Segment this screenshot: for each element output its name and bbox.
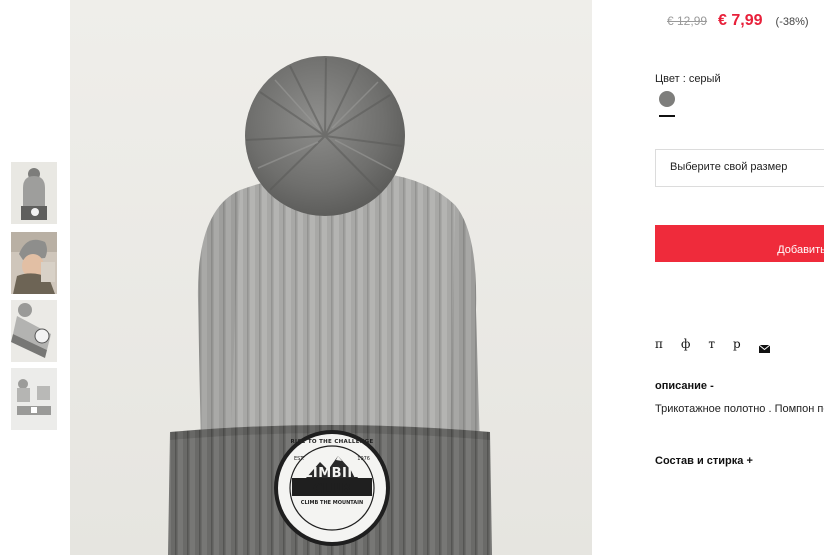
add-to-cart-button[interactable]: Добавить в	[655, 225, 824, 262]
share-links: п ф т р	[655, 337, 771, 353]
patch-text: RISE TO THE CHALLENGE EST. 1976 CLIMBING…	[280, 439, 384, 506]
patch-club: CLUB	[313, 482, 351, 497]
description-toggle[interactable]: описание -	[655, 380, 714, 392]
patch-top-line: RISE TO THE CHALLENGE	[290, 439, 374, 445]
pinterest-icon[interactable]: п	[655, 337, 663, 351]
patch-year: 1976	[357, 456, 370, 462]
composition-care-toggle[interactable]: Состав и стирка +	[655, 455, 753, 467]
patch-bottom-line: CLIMB THE MOUNTAIN	[300, 500, 364, 506]
discount-badge: (-38%)	[775, 16, 809, 28]
thumbnail-set[interactable]	[11, 368, 57, 430]
swatch-selected-indicator	[659, 115, 675, 117]
thumbnail-hat-front[interactable]	[11, 162, 57, 224]
patch-est: EST.	[294, 456, 305, 462]
patch-climbing: CLIMBING	[294, 466, 370, 481]
old-price: € 12,99	[667, 14, 708, 28]
facebook-icon[interactable]: ф	[681, 337, 690, 351]
twitter-icon[interactable]: т	[708, 337, 715, 351]
thumbnail-model[interactable]	[11, 232, 57, 294]
reddit-icon[interactable]: р	[733, 337, 741, 351]
thumbnail-hat-side[interactable]	[11, 300, 57, 362]
color-swatch-grey[interactable]	[659, 91, 675, 107]
color-label: Цвет : серый	[655, 73, 721, 85]
size-select[interactable]: Выберите свой размер	[655, 149, 824, 187]
description-text: Трикотажное полотно . Помпон по	[655, 403, 824, 415]
envelope-icon[interactable]	[758, 340, 771, 353]
product-image: RISE TO THE CHALLENGE EST. 1976 CLIMBING…	[70, 0, 592, 555]
sale-price: € 7,99	[718, 12, 763, 29]
price-row: € 12,99 € 7,99 (-38%)	[667, 12, 809, 32]
